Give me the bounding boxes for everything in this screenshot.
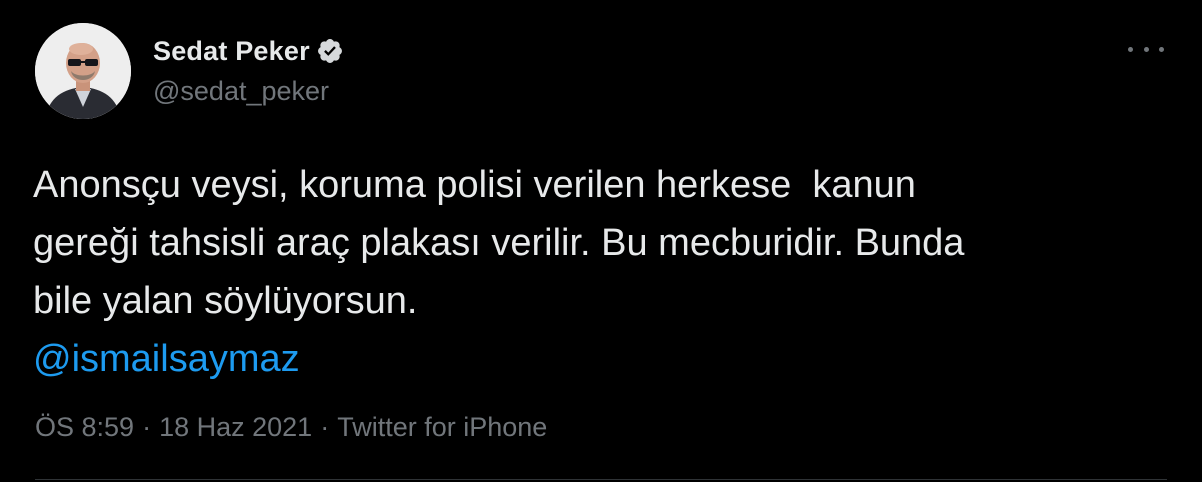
meta-separator: · — [320, 412, 330, 442]
tweet-source-link[interactable]: Twitter for iPhone — [337, 412, 547, 443]
more-dot — [1159, 46, 1164, 52]
more-dot — [1128, 46, 1133, 52]
more-dot — [1143, 46, 1149, 52]
user-handle[interactable]: @sedat_peker — [153, 76, 329, 107]
tweet-date[interactable]: 18 Haz 2021 — [159, 412, 312, 443]
mention-link[interactable]: @ismailsaymaz — [33, 330, 1153, 388]
avatar[interactable] — [35, 23, 131, 119]
verified-badge-icon — [316, 37, 344, 65]
author-name-row: Sedat Peker — [153, 33, 344, 69]
display-name[interactable]: Sedat Peker — [153, 36, 310, 67]
tweet-card: Sedat Peker @sedat_peker Anonsçu veysi, … — [0, 0, 1202, 482]
tweet-metadata: ÖS 8:59 · 18 Haz 2021 · Twitter for iPho… — [35, 412, 547, 443]
divider — [35, 479, 1167, 480]
tweet-text-line: bile yalan söylüyorsun. — [33, 280, 418, 322]
tweet-time[interactable]: ÖS 8:59 — [35, 412, 134, 443]
tweet-text: Anonsçu veysi, koruma polisi verilen her… — [33, 156, 1153, 388]
tweet-text-line: Anonsçu veysi, koruma polisi verilen her… — [33, 164, 916, 206]
avatar-image — [35, 23, 131, 119]
meta-separator: · — [142, 412, 152, 442]
more-options-icon[interactable] — [1128, 37, 1164, 61]
tweet-text-line: gereği tahsisli araç plakası verilir. Bu… — [33, 222, 965, 264]
